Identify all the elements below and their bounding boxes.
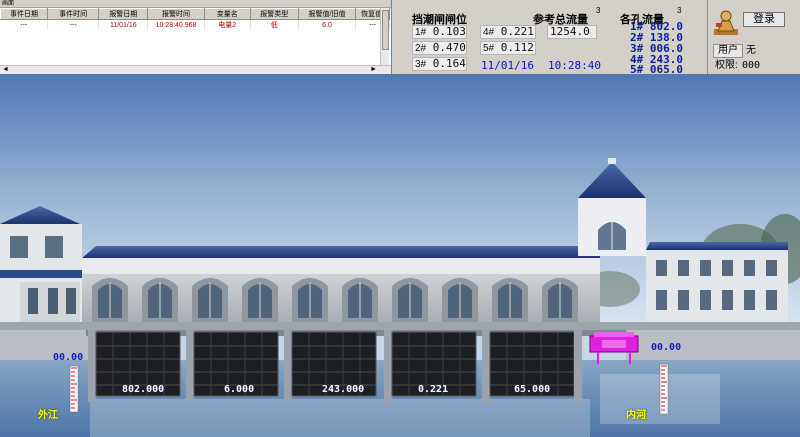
- quay-top: [0, 322, 800, 330]
- inner-water-level: 00.00: [651, 342, 682, 353]
- roof-band: [82, 258, 600, 274]
- cell-alarm-type: 低: [250, 19, 299, 30]
- cell-alarm-date: 11/01/16: [98, 19, 149, 30]
- outer-river-label: 外江: [38, 410, 58, 421]
- gate-5-flow-label: 65.000: [514, 384, 551, 395]
- reference-flow-value: 1254.0: [547, 25, 597, 39]
- alarm-table[interactable]: 事件日期 事件时间 报警日期 报警时间 变量名 报警类型 报警值/旧值 恢复值/…: [0, 8, 390, 30]
- cell-event-time: ---: [47, 19, 100, 30]
- gate-2-position: 2# 0.470: [412, 41, 467, 55]
- gate-1-position: 1# 0.103: [412, 25, 467, 39]
- scroll-right-arrow-icon[interactable]: ►: [370, 66, 377, 74]
- col-variable[interactable]: 变量名: [203, 8, 251, 20]
- col-alarm-date[interactable]: 报警日期: [98, 8, 149, 20]
- main-roof: [82, 246, 600, 258]
- alarm-panel: 画面 事件日期 事件时间 报警日期 报警时间 变量名 报警类型 报警值/旧值 恢…: [0, 0, 392, 74]
- permission-label: 权限:: [715, 60, 738, 71]
- login-button[interactable]: 登录: [743, 12, 785, 27]
- current-time: 10:28:40: [548, 59, 601, 72]
- col-alarm-type[interactable]: 报警类型: [249, 8, 299, 20]
- alarm-panel-title: 画面: [0, 0, 391, 8]
- alarm-horizontal-scrollbar[interactable]: ◄ ►: [0, 65, 391, 74]
- current-date: 11/01/16: [481, 59, 534, 72]
- outer-level-gauge: [69, 365, 79, 413]
- gate-4-position: 4# 0.221: [480, 25, 536, 39]
- alarm-vertical-scrollbar[interactable]: [380, 8, 389, 65]
- reference-flow-unit: 3: [596, 6, 601, 15]
- gate-3-position: 3# 0.164: [412, 57, 467, 71]
- pump-icon[interactable]: [589, 332, 639, 364]
- inner-level-gauge: [659, 363, 669, 415]
- user-value: 无: [746, 45, 756, 56]
- col-alarm-time[interactable]: 报警时间: [147, 8, 205, 20]
- inner-river-label: 内河: [626, 410, 646, 421]
- cell-variable: 电量2: [204, 19, 251, 30]
- permission-value: 000: [742, 60, 761, 71]
- left-building: [0, 206, 90, 322]
- gate-1-flow-label: 802.000: [122, 384, 165, 395]
- sluice-illustration: [0, 74, 800, 437]
- right-building: [646, 242, 788, 322]
- outer-water-level: 00.00: [53, 352, 84, 363]
- scrollbar-thumb[interactable]: [382, 10, 389, 50]
- gate-5-position: 5# 0.112: [480, 41, 536, 55]
- gate-3-flow-label: 243.000: [322, 384, 365, 395]
- operator-icon: [714, 10, 738, 35]
- alarm-table-header: 事件日期 事件时间 报警日期 报警时间 变量名 报警类型 报警值/旧值 恢复值/: [0, 8, 390, 20]
- table-row[interactable]: --- --- 11/01/16 10:28:40.968 电量2 低 6.0 …: [0, 19, 390, 30]
- col-alarm-value[interactable]: 报警值/旧值: [297, 8, 357, 20]
- cell-alarm-time: 10:28:40.968: [147, 19, 205, 30]
- scroll-left-arrow-icon[interactable]: ◄: [2, 66, 9, 74]
- hole-flow-unit: 3: [677, 6, 682, 15]
- sluice-gate-scene: 00.00 00.00 802.000 6.000 243.000 0.221 …: [0, 74, 800, 437]
- user-label: 用户: [713, 44, 743, 58]
- col-event-date[interactable]: 事件日期: [0, 8, 49, 20]
- gate-4-flow-label: 0.221: [418, 384, 449, 395]
- cell-alarm-value: 6.0: [298, 19, 357, 30]
- gate-2-flow-label: 6.000: [224, 384, 255, 395]
- col-event-time[interactable]: 事件时间: [47, 8, 100, 20]
- cell-event-date: ---: [0, 19, 49, 30]
